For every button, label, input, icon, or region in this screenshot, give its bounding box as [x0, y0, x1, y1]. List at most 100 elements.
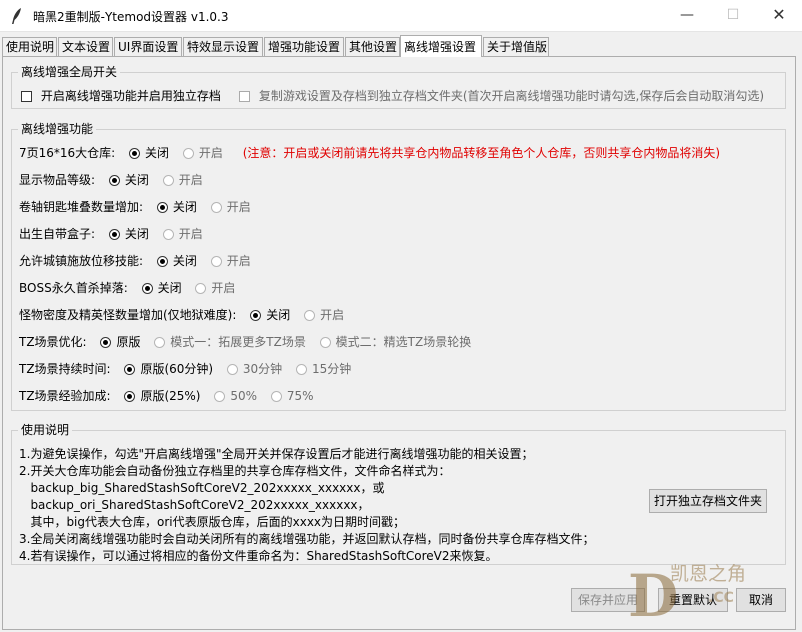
radio-circle[interactable]	[162, 229, 174, 240]
radio-option[interactable]: 原版(25%)	[124, 387, 200, 404]
radio-circle[interactable]	[250, 310, 262, 321]
radio-circle[interactable]	[270, 391, 282, 402]
tab-about[interactable]: 关于增值版	[483, 37, 549, 56]
enable-offline-label: 开启离线增强功能并启用独立存档	[40, 89, 221, 103]
feather-icon	[12, 8, 21, 24]
checkbox-box[interactable]	[21, 91, 32, 102]
global-switch-legend: 离线增强全局开关	[18, 65, 121, 79]
stash-warning: (注意：开启或关闭前请先将共享仓内物品转移至角色个人仓库，否则共享仓内物品将消失…	[242, 146, 721, 160]
tab-effects-settings[interactable]: 特效显示设置	[183, 37, 263, 56]
tab-text-settings[interactable]: 文本设置	[58, 37, 113, 56]
enable-offline-checkbox[interactable]: 开启离线增强功能并启用独立存档	[21, 87, 221, 104]
feature-row-tz-experience: TZ场景经验加成: 原版(25%) 50% 75%	[19, 387, 313, 404]
minimize-button[interactable]: —	[664, 0, 710, 31]
help-line-1: 1.为避免误操作，勾选"开启离线增强"全局开关并保存设置后才能进行离线增强功能的…	[19, 447, 534, 461]
feature-label: TZ场景持续时间:	[19, 362, 111, 376]
radio-circle[interactable]	[210, 256, 222, 267]
copy-settings-checkbox[interactable]: 复制游戏设置及存档到独立存档文件夹(首次开启离线增强功能时请勾选,保存后会自动取…	[239, 87, 764, 104]
reset-default-button[interactable]: 重置默认	[658, 588, 728, 612]
feature-row-monster-density: 怪物密度及精英怪数量增加(仅地狱难度): 关闭 开启	[19, 306, 344, 323]
radio-option[interactable]: 原版	[100, 333, 140, 350]
radio-option[interactable]: 30分钟	[226, 360, 282, 377]
radio-circle[interactable]	[100, 337, 112, 348]
radio-option[interactable]: 开启	[162, 225, 203, 242]
radio-circle[interactable]	[319, 337, 331, 348]
radio-circle[interactable]	[156, 202, 168, 213]
radio-circle[interactable]	[210, 202, 222, 213]
radio-circle[interactable]	[156, 256, 168, 267]
radio-option[interactable]: 关闭	[250, 306, 290, 323]
radio-circle[interactable]	[162, 175, 174, 186]
radio-circle[interactable]	[154, 337, 166, 348]
help-line-3: backup_big_SharedStashSoftCoreV2_202xxxx…	[19, 481, 385, 495]
radio-option[interactable]: 75%	[270, 389, 313, 403]
help-line-4: backup_ori_SharedStashSoftCoreV2_202xxxx…	[19, 498, 370, 512]
feature-label: 出生自带盒子:	[19, 227, 96, 241]
radio-option[interactable]: 开启	[210, 198, 251, 215]
feature-row-boss-first-kill: BOSS永久首杀掉落: 关闭 开启	[19, 279, 235, 296]
radio-circle[interactable]	[124, 364, 136, 375]
radio-circle[interactable]	[129, 148, 141, 159]
radio-option[interactable]: 模式一：拓展更多TZ场景	[154, 333, 306, 350]
radio-option[interactable]: 50%	[214, 389, 257, 403]
radio-circle[interactable]	[296, 364, 308, 375]
radio-circle[interactable]	[108, 229, 120, 240]
checkbox-box[interactable]	[239, 91, 250, 102]
radio-option[interactable]: 开启	[210, 252, 251, 269]
help-line-7: 4.若有误操作，可以通过将相应的备份文件重命名为：SharedStashSoft…	[19, 549, 498, 563]
feature-row-town-teleport: 允许城镇施放位移技能: 关闭 开启	[19, 252, 251, 269]
feature-row-item-level: 显示物品等级: 关闭 开启	[19, 171, 203, 188]
features-legend: 离线增强功能	[18, 122, 97, 136]
radio-circle[interactable]	[124, 391, 136, 402]
radio-option[interactable]: 关闭	[156, 252, 197, 269]
help-line-5: 其中，big代表大仓库，ori代表原版仓库，后面的xxxx为日期时间戳；	[19, 515, 406, 529]
radio-option[interactable]: 关闭	[141, 279, 182, 296]
open-save-folder-button[interactable]: 打开独立存档文件夹	[649, 489, 767, 513]
help-legend: 使用说明	[18, 423, 73, 437]
radio-circle[interactable]	[304, 310, 316, 321]
radio-option[interactable]: 关闭	[108, 225, 149, 242]
radio-option[interactable]: 关闭	[156, 198, 197, 215]
feature-row-tz-duration: TZ场景持续时间: 原版(60分钟) 30分钟 15分钟	[19, 360, 351, 377]
feature-row-tz-optimize: TZ场景优化: 原版 模式一：拓展更多TZ场景 模式二：精选TZ场景轮换	[19, 333, 471, 350]
maximize-button[interactable]: ☐	[710, 0, 756, 31]
radio-circle[interactable]	[141, 283, 153, 294]
radio-option[interactable]: 开启	[195, 279, 235, 296]
radio-option[interactable]: 关闭	[129, 144, 169, 161]
feature-label: TZ场景优化:	[19, 335, 87, 349]
radio-option[interactable]: 15分钟	[296, 360, 351, 377]
radio-option[interactable]: 模式二：精选TZ场景轮换	[319, 333, 471, 350]
tab-ui-settings[interactable]: UI界面设置	[114, 37, 182, 56]
radio-circle[interactable]	[195, 283, 207, 294]
feature-label: 卷轴钥匙堆叠数量增加:	[19, 200, 144, 214]
tab-usage[interactable]: 使用说明	[2, 37, 57, 56]
tab-other-settings[interactable]: 其他设置	[345, 37, 400, 56]
radio-option[interactable]: 开启	[162, 171, 203, 188]
save-apply-button[interactable]: 保存并应用	[571, 588, 645, 612]
feature-label: BOSS永久首杀掉落:	[19, 281, 128, 295]
copy-settings-label: 复制游戏设置及存档到独立存档文件夹(首次开启离线增强功能时请勾选,保存后会自动取…	[258, 89, 765, 103]
tab-enhance-settings[interactable]: 增强功能设置	[264, 37, 344, 56]
tab-panel: 离线增强全局开关 开启离线增强功能并启用独立存档 复制游戏设置及存档到独立存档文…	[2, 56, 796, 630]
radio-option[interactable]: 原版(60分钟)	[124, 360, 213, 377]
radio-circle[interactable]	[214, 391, 226, 402]
tab-offline-enhance[interactable]: 离线增强设置	[400, 35, 482, 57]
radio-circle[interactable]	[108, 175, 120, 186]
radio-circle[interactable]	[226, 364, 238, 375]
feature-label: 7页16*16大仓库:	[19, 146, 116, 160]
feature-label: TZ场景经验加成:	[19, 389, 111, 403]
feature-row-starter-cube: 出生自带盒子: 关闭 开启	[19, 225, 203, 242]
title-bar: 暗黑2重制版-Ytemod设置器 v1.0.3 — ☐ ✕	[0, 0, 802, 32]
radio-option[interactable]: 开启	[182, 144, 223, 161]
cancel-button[interactable]: 取消	[736, 588, 786, 612]
close-button[interactable]: ✕	[756, 0, 802, 31]
feature-label: 显示物品等级:	[19, 173, 96, 187]
help-line-6: 3.全局关闭离线增强功能时会自动关闭所有的离线增强功能，并返回默认存档，同时备份…	[19, 532, 595, 546]
radio-option[interactable]: 关闭	[108, 171, 149, 188]
radio-option[interactable]: 开启	[304, 306, 344, 323]
window-title: 暗黑2重制版-Ytemod设置器 v1.0.3	[33, 10, 229, 24]
global-switch-group: 离线增强全局开关 开启离线增强功能并启用独立存档 复制游戏设置及存档到独立存档文…	[11, 65, 786, 109]
radio-circle[interactable]	[182, 148, 194, 159]
feature-row-big-stash: 7页16*16大仓库: 关闭 开启 (注意：开启或关闭前请先将共享仓内物品转移至…	[19, 144, 720, 161]
feature-label: 怪物密度及精英怪数量增加(仅地狱难度):	[19, 308, 237, 322]
